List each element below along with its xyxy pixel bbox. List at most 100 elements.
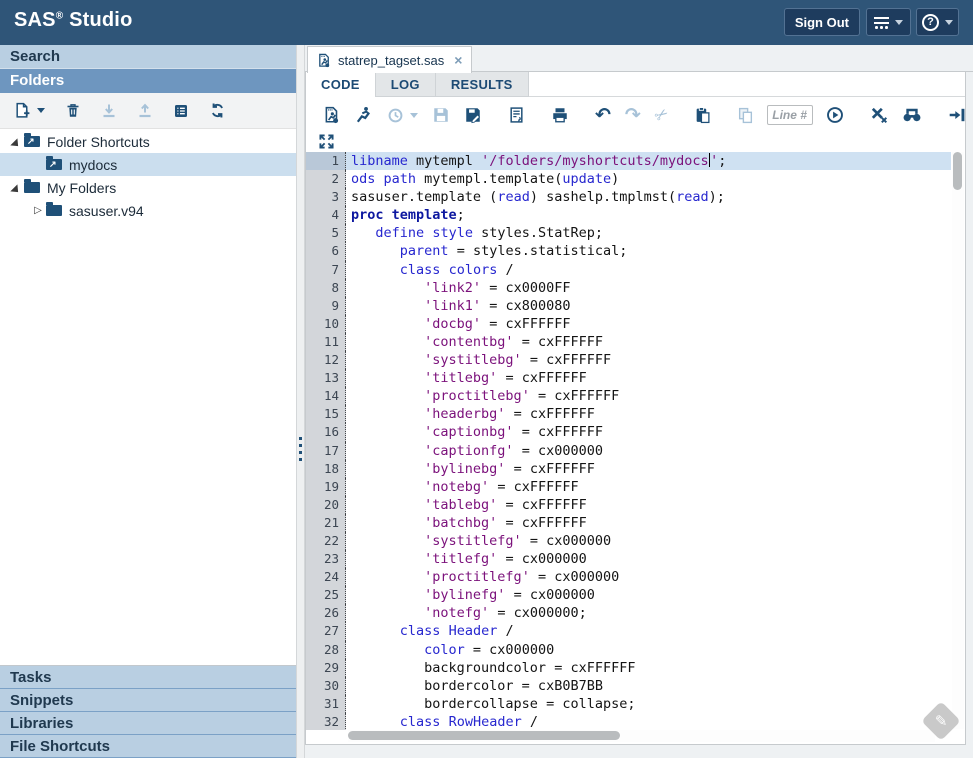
save-button[interactable] <box>432 106 450 124</box>
help-menu-button[interactable]: ? <box>916 8 959 36</box>
tab-code[interactable]: CODE <box>306 72 376 97</box>
indent-button[interactable] <box>948 106 966 124</box>
undo-button[interactable]: ↶ <box>595 106 611 124</box>
panel-file-shortcuts[interactable]: File Shortcuts <box>0 735 296 758</box>
code-editor[interactable]: 1libname mytempl '/folders/myshortcuts/m… <box>306 152 951 730</box>
code-line[interactable]: 2ods path mytempl.template(update) <box>306 170 951 188</box>
go-to-line-button[interactable] <box>826 106 844 124</box>
code-line[interactable]: 24 'proctitlefg' = cx000000 <box>306 568 951 586</box>
tab-results[interactable]: RESULTS <box>436 72 529 97</box>
code-text: 'notebg' = cxFFFFFF <box>346 478 579 496</box>
code-line[interactable]: 15 'headerbg' = cxFFFFFF <box>306 405 951 423</box>
maximize-view-button[interactable] <box>319 134 334 149</box>
code-line[interactable]: 17 'captionfg' = cx000000 <box>306 442 951 460</box>
code-line[interactable]: 32 class RowHeader / <box>306 713 951 730</box>
delete-button[interactable] <box>65 102 81 119</box>
horizontal-scrollbar-thumb[interactable] <box>348 731 620 740</box>
save-as-button[interactable] <box>464 106 482 124</box>
code-line[interactable]: 29 backgroundcolor = cxFFFFFF <box>306 659 951 677</box>
code-line[interactable]: 25 'bylinefg' = cx000000 <box>306 586 951 604</box>
horizontal-scrollbar[interactable] <box>348 730 935 742</box>
app-title: SAS® Studio <box>14 9 133 32</box>
program-button[interactable] <box>323 106 341 124</box>
code-line[interactable]: 30 bordercolor = cxB0B7BB <box>306 677 951 695</box>
code-text: 'systitlefg' = cx000000 <box>346 532 611 550</box>
tree-item-folder-shortcuts[interactable]: ↗Folder Shortcuts <box>0 130 296 153</box>
new-item-button[interactable] <box>14 102 45 119</box>
redo-button[interactable]: ↷ <box>625 106 641 124</box>
code-line[interactable]: 5 define style styles.StatRep; <box>306 224 951 242</box>
tree-item-sasuser-v94[interactable]: ▷sasuser.v94 <box>0 199 296 222</box>
panel-search[interactable]: Search <box>0 45 296 69</box>
submission-history-button[interactable] <box>387 107 418 124</box>
clear-code-button[interactable] <box>870 106 888 124</box>
app-header: SAS® Studio Sign Out ? <box>0 0 973 45</box>
close-icon[interactable]: × <box>454 52 462 68</box>
code-line[interactable]: 31 bordercollapse = collapse; <box>306 695 951 713</box>
panel-tasks[interactable]: Tasks <box>0 666 296 689</box>
code-line[interactable]: 3sasuser.template (read) sashelp.tmplmst… <box>306 188 951 206</box>
code-line[interactable]: 22 'systitlefg' = cx000000 <box>306 532 951 550</box>
vertical-scrollbar[interactable] <box>952 152 964 729</box>
disclosure-triangle-icon[interactable] <box>8 180 24 196</box>
print-button[interactable] <box>551 106 569 124</box>
line-number-input[interactable] <box>767 105 813 125</box>
app-options-menu-button[interactable] <box>866 8 911 36</box>
tree-item-mydocs[interactable]: ↗mydocs <box>0 153 296 176</box>
refresh-icon <box>209 102 226 119</box>
run-button[interactable] <box>355 106 373 124</box>
code-line[interactable]: 18 'bylinebg' = cxFFFFFF <box>306 460 951 478</box>
code-line[interactable]: 12 'systitlebg' = cxFFFFFF <box>306 351 951 369</box>
vertical-scrollbar-thumb[interactable] <box>953 152 962 190</box>
paste-button[interactable] <box>694 106 711 124</box>
code-text: 'contentbg' = cxFFFFFF <box>346 333 603 351</box>
panel-snippets[interactable]: Snippets <box>0 689 296 712</box>
scissors-icon: ✂ <box>650 103 672 127</box>
program-summary-icon <box>508 106 525 124</box>
code-text: sasuser.template (read) sashelp.tmplmst(… <box>346 188 725 206</box>
disclosure-triangle-icon[interactable] <box>8 134 24 150</box>
code-line[interactable]: 10 'docbg' = cxFFFFFF <box>306 315 951 333</box>
code-line[interactable]: 13 'titlebg' = cxFFFFFF <box>306 369 951 387</box>
code-line[interactable]: 4proc template; <box>306 206 951 224</box>
tree-item-my-folders[interactable]: My Folders <box>0 176 296 199</box>
code-text: 'notefg' = cx000000; <box>346 604 587 622</box>
disclosure-triangle-icon[interactable]: ▷ <box>30 199 46 222</box>
code-text: libname mytempl '/folders/myshortcuts/my… <box>346 152 726 170</box>
code-line[interactable]: 28 color = cx000000 <box>306 641 951 659</box>
code-line[interactable]: 7 class colors / <box>306 261 951 279</box>
shortcut-folder-icon: ↗ <box>46 159 62 170</box>
code-line[interactable]: 26 'notefg' = cx000000; <box>306 604 951 622</box>
find-replace-button[interactable] <box>902 106 922 124</box>
code-line[interactable]: 6 parent = styles.statistical; <box>306 242 951 260</box>
sign-out-button[interactable]: Sign Out <box>784 8 860 36</box>
code-line[interactable]: 20 'tablebg' = cxFFFFFF <box>306 496 951 514</box>
download-button[interactable] <box>101 103 117 119</box>
code-line[interactable]: 1libname mytempl '/folders/myshortcuts/m… <box>306 152 951 170</box>
code-line[interactable]: 23 'titlefg' = cx000000 <box>306 550 951 568</box>
copy-button[interactable] <box>737 107 754 124</box>
folders-toolbar <box>0 93 296 129</box>
code-line[interactable]: 14 'proctitlebg' = cxFFFFFF <box>306 387 951 405</box>
program-summary-button[interactable] <box>508 106 525 124</box>
code-text: 'titlebg' = cxFFFFFF <box>346 369 587 387</box>
cut-button[interactable]: ✂ <box>655 105 668 125</box>
document-tab[interactable]: statrep_tagset.sas × <box>307 46 472 73</box>
properties-button[interactable] <box>173 103 189 119</box>
line-number: 8 <box>306 279 346 297</box>
code-line[interactable]: 8 'link2' = cx0000FF <box>306 279 951 297</box>
code-line[interactable]: 21 'batchbg' = cxFFFFFF <box>306 514 951 532</box>
refresh-button[interactable] <box>209 102 226 119</box>
panel-libraries[interactable]: Libraries <box>0 712 296 735</box>
tab-log[interactable]: LOG <box>376 72 436 97</box>
code-line[interactable]: 9 'link1' = cx800080 <box>306 297 951 315</box>
folder-tree: ↗Folder Shortcuts↗mydocsMy Folders▷sasus… <box>0 130 296 661</box>
save-as-icon <box>464 106 482 124</box>
panel-folders[interactable]: Folders <box>0 69 296 93</box>
code-line[interactable]: 11 'contentbg' = cxFFFFFF <box>306 333 951 351</box>
upload-button[interactable] <box>137 103 153 119</box>
code-line[interactable]: 16 'captionbg' = cxFFFFFF <box>306 423 951 441</box>
code-line[interactable]: 19 'notebg' = cxFFFFFF <box>306 478 951 496</box>
code-line[interactable]: 27 class Header / <box>306 622 951 640</box>
pane-splitter[interactable] <box>296 45 305 758</box>
